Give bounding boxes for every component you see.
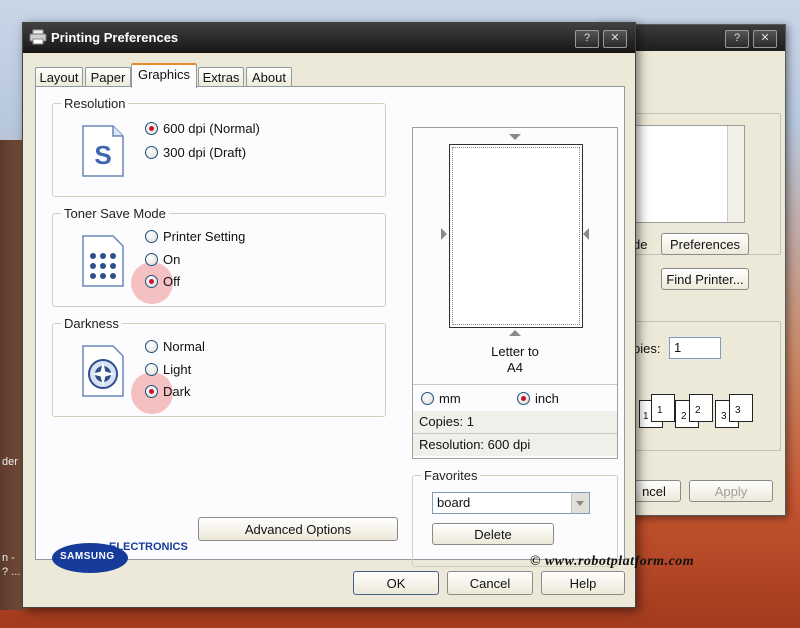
- graphics-tab-panel: Resolution S 600 dpi (Normal) 300 dpi (D…: [35, 86, 625, 573]
- paper-preview: [449, 144, 583, 328]
- help-icon[interactable]: ?: [725, 30, 749, 48]
- collate-number: 3: [735, 405, 741, 416]
- paper-line: Letter to: [491, 344, 539, 359]
- radio-selected[interactable]: [145, 122, 158, 135]
- option-label: Off: [163, 274, 181, 289]
- radio-unselected[interactable]: [145, 340, 158, 353]
- resolution-document-icon: S: [82, 125, 124, 177]
- apply-button[interactable]: Apply: [689, 480, 773, 502]
- option-label: inch: [535, 391, 559, 406]
- toner-printer-setting-option[interactable]: Printer Setting: [145, 228, 245, 246]
- darkness-group: Darkness Normal Light Dark: [52, 316, 386, 417]
- favorites-value: board: [437, 495, 471, 510]
- darkness-light-option[interactable]: Light: [145, 361, 191, 379]
- collate-number: 2: [681, 411, 687, 422]
- resolution-group: Resolution S 600 dpi (Normal) 300 dpi (D…: [52, 96, 386, 197]
- option-label: 600 dpi (Normal): [163, 121, 260, 136]
- delete-button[interactable]: Delete: [432, 523, 554, 545]
- darkness-normal-option[interactable]: Normal: [145, 338, 205, 356]
- collate-number: 2: [695, 405, 701, 416]
- collate-number: 3: [721, 411, 727, 422]
- background-label: ? ...: [2, 566, 21, 578]
- printer-icon: [29, 29, 47, 45]
- printer-list[interactable]: [631, 125, 745, 223]
- find-printer-button[interactable]: Find Printer...: [661, 268, 749, 290]
- cancel-button[interactable]: Cancel: [447, 571, 533, 595]
- tab-layout[interactable]: Layout: [35, 67, 83, 87]
- tab-about[interactable]: About: [246, 67, 292, 87]
- dialog-title: Printing Preferences: [51, 30, 179, 45]
- collate-page: [729, 394, 753, 422]
- unit-mm-option[interactable]: mm: [421, 390, 461, 408]
- arrow-right-icon: [441, 228, 447, 240]
- collate-page: [651, 394, 675, 422]
- resolution-summary: Resolution: 600 dpi: [413, 434, 617, 456]
- collate-number: 1: [657, 405, 663, 416]
- resolution-label: Resolution: [61, 96, 129, 111]
- toner-off-option[interactable]: Off: [145, 273, 180, 291]
- option-label: Dark: [163, 384, 191, 399]
- help-button[interactable]: Help: [541, 571, 625, 595]
- resolution-300-option[interactable]: 300 dpi (Draft): [145, 144, 246, 162]
- dialog-titlebar[interactable]: Printing Preferences ? ✕: [23, 23, 635, 53]
- paper-size-label: Letter to A4: [413, 344, 617, 376]
- toner-grid-icon: [82, 235, 124, 287]
- watermark-text: © www.robotplatform.com: [530, 554, 695, 569]
- close-icon[interactable]: ✕: [603, 30, 627, 48]
- option-label: Light: [163, 362, 192, 377]
- close-icon[interactable]: ✕: [753, 30, 777, 48]
- radio-unselected[interactable]: [145, 363, 158, 376]
- tab-paper[interactable]: Paper: [85, 67, 131, 87]
- toner-on-option[interactable]: On: [145, 251, 180, 269]
- toner-save-label: Toner Save Mode: [61, 206, 169, 221]
- chevron-down-icon[interactable]: [571, 493, 589, 513]
- preferences-button[interactable]: Preferences: [661, 233, 749, 255]
- copies-partial-label: pies:: [633, 341, 661, 356]
- printing-preferences-dialog: Printing Preferences ? ✕ Layout Paper Gr…: [22, 22, 636, 608]
- option-label: On: [163, 252, 181, 267]
- radio-unselected[interactable]: [145, 230, 158, 243]
- ok-button[interactable]: OK: [353, 571, 439, 595]
- favorites-combobox[interactable]: board: [432, 492, 590, 514]
- copies-summary: Copies: 1: [413, 411, 617, 433]
- collate-number: 1: [643, 411, 649, 422]
- radio-selected[interactable]: [145, 385, 158, 398]
- arrow-left-icon: [583, 228, 589, 240]
- background-label: n -: [2, 552, 15, 564]
- favorites-label: Favorites: [421, 468, 481, 483]
- logo-subtitle: ELECTRONICS: [109, 541, 188, 553]
- copies-value: 1: [674, 340, 682, 355]
- option-label: Printer Setting: [163, 229, 246, 244]
- print-preview: Letter to A4 mm inch Copies: 1 Resolutio…: [412, 127, 618, 459]
- printer-list-scrollbar[interactable]: [727, 126, 744, 222]
- darkness-dark-option[interactable]: Dark: [145, 383, 190, 401]
- collate-page: [689, 394, 713, 422]
- option-label: mm: [439, 391, 461, 406]
- darkness-label: Darkness: [61, 316, 122, 331]
- radio-unselected[interactable]: [145, 146, 158, 159]
- darkness-compass-icon: [82, 345, 124, 397]
- radio-unselected[interactable]: [145, 253, 158, 266]
- resolution-600-option[interactable]: 600 dpi (Normal): [145, 120, 260, 138]
- radio-unselected[interactable]: [421, 392, 434, 405]
- paper-line: A4: [507, 360, 523, 375]
- toner-save-group: Toner Save Mode Printer Setting On Off: [52, 206, 386, 307]
- svg-text:S: S: [94, 140, 111, 170]
- arrow-up-icon: [509, 330, 521, 336]
- radio-selected[interactable]: [145, 275, 158, 288]
- advanced-options-button[interactable]: Advanced Options: [198, 517, 398, 541]
- logo-text: SAMSUNG: [60, 551, 115, 562]
- option-label: 300 dpi (Draft): [163, 145, 247, 160]
- background-label: der: [2, 456, 18, 468]
- tab-extras[interactable]: Extras: [198, 67, 244, 87]
- arrow-down-icon: [509, 134, 521, 140]
- copies-input[interactable]: 1: [669, 337, 721, 359]
- help-icon[interactable]: ?: [575, 30, 599, 48]
- tab-graphics[interactable]: Graphics: [131, 63, 197, 88]
- unit-inch-option[interactable]: inch: [517, 390, 559, 408]
- option-label: Normal: [163, 339, 205, 354]
- radio-selected[interactable]: [517, 392, 530, 405]
